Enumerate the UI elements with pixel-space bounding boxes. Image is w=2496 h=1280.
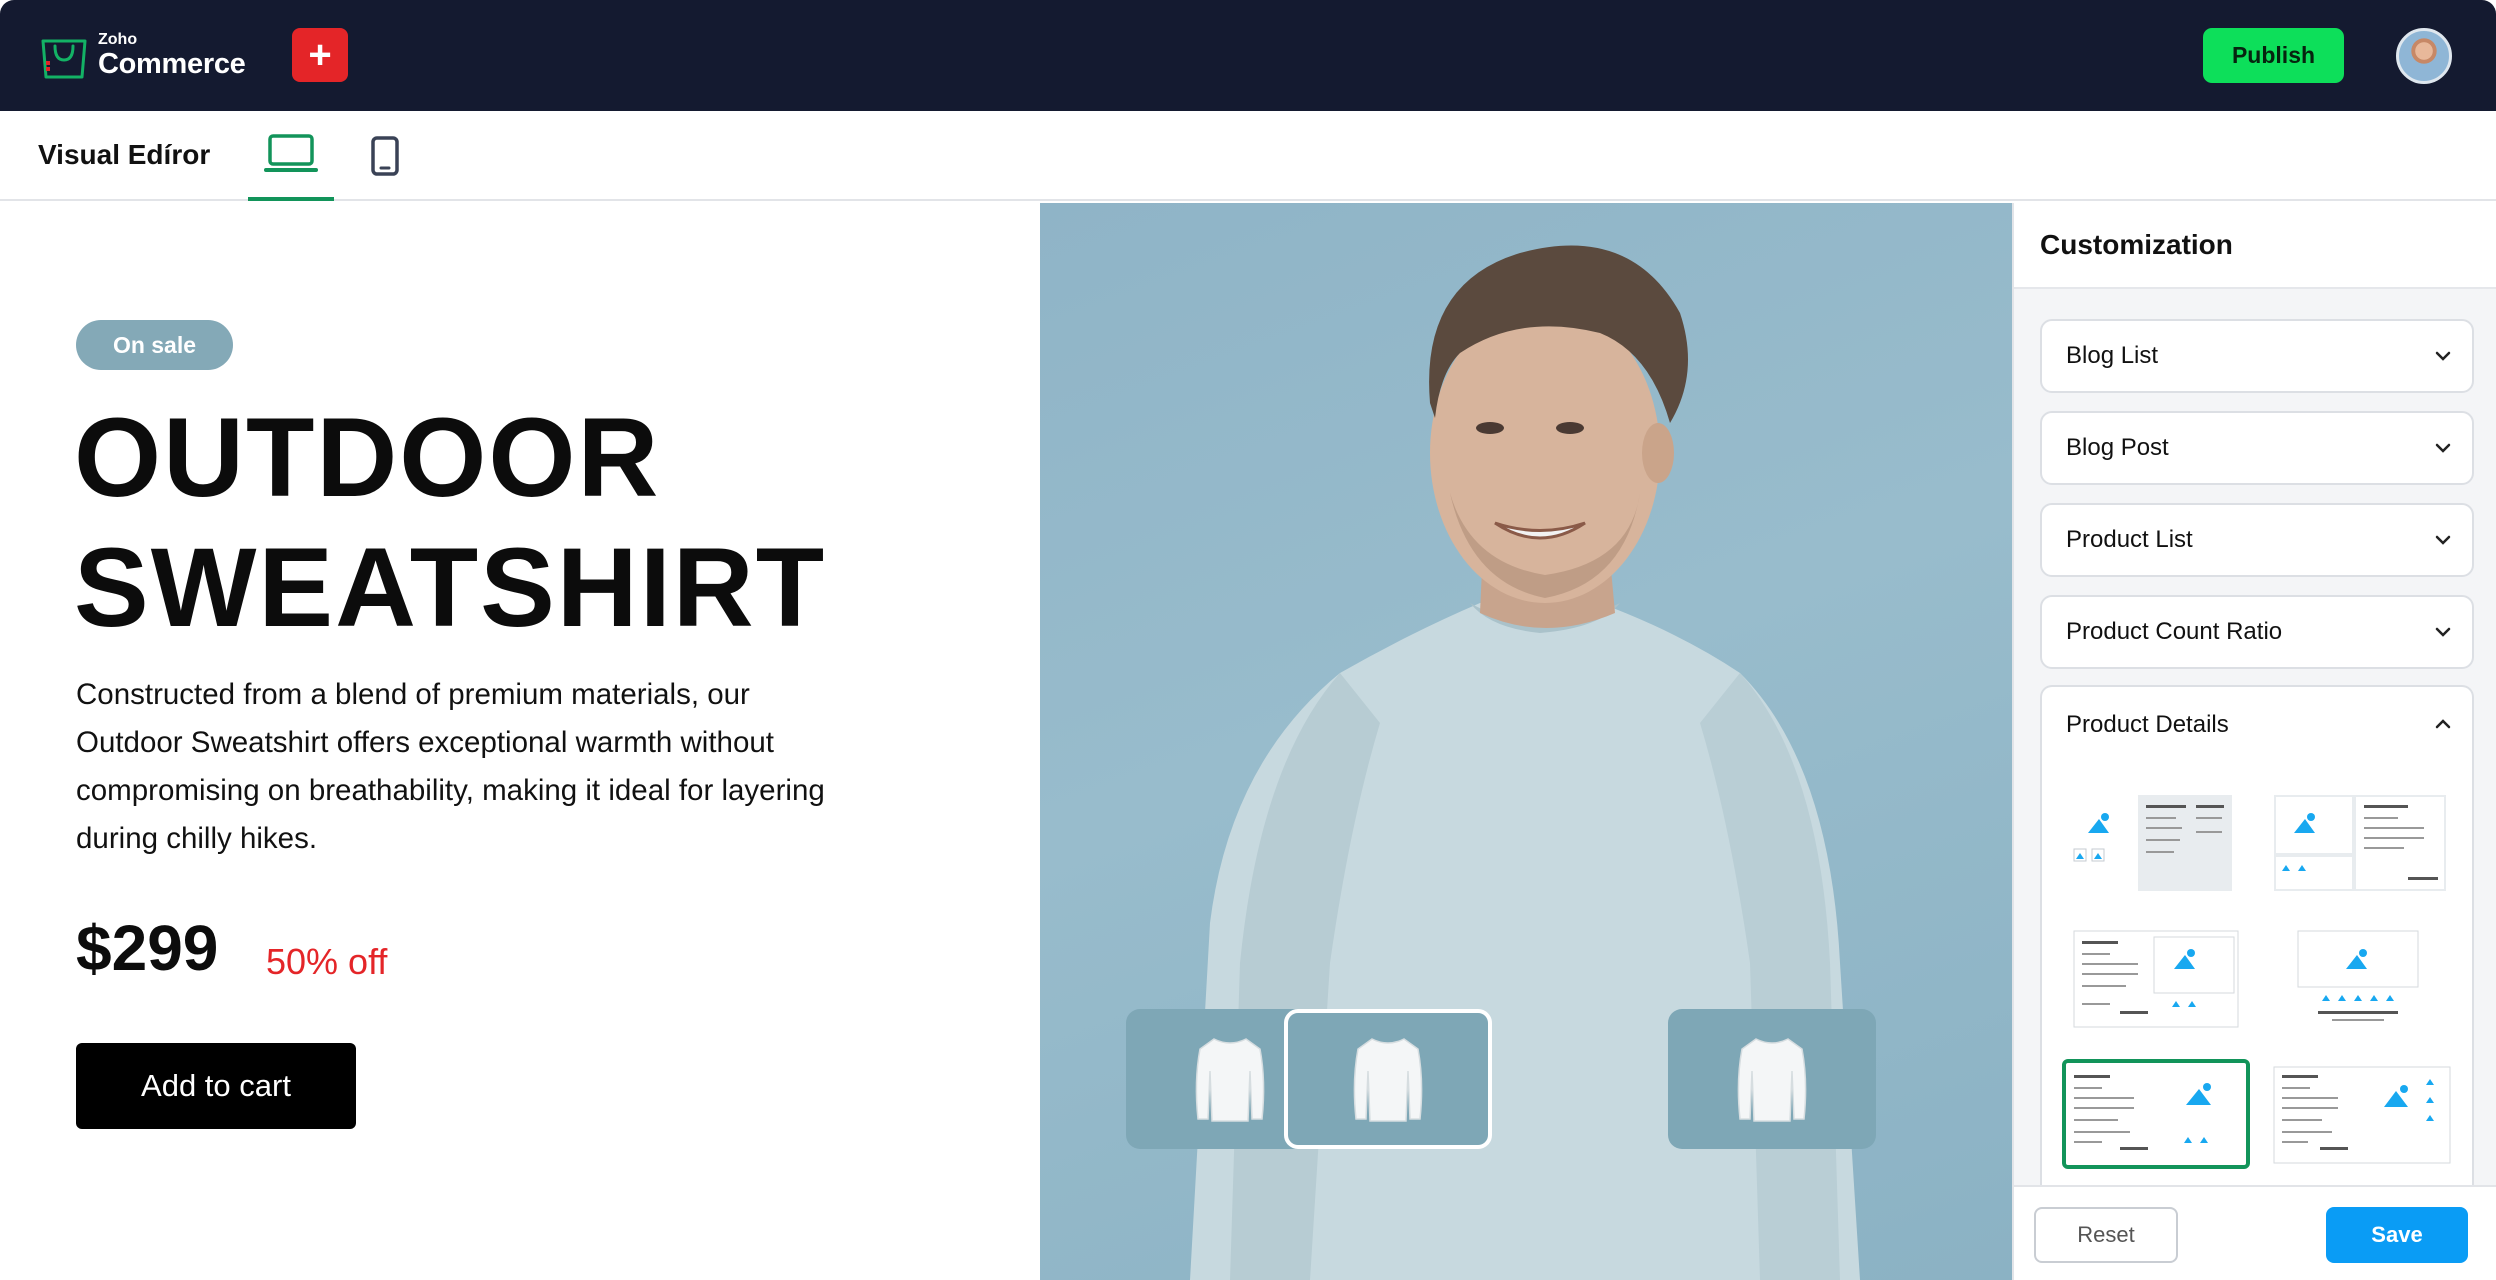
layout-option-6[interactable] [2268,1059,2456,1169]
accordion-label[interactable]: Product Details [2066,711,2229,739]
reset-button[interactable]: Reset [2034,1207,2178,1263]
gallery-thumbnail-2[interactable] [1284,1009,1492,1149]
add-to-cart-button[interactable]: Add to cart [76,1043,356,1129]
accordion-blog-post[interactable]: Blog Post [2040,411,2474,485]
accordion-blog-list[interactable]: Blog List [2040,319,2474,393]
chevron-down-icon [2435,627,2451,637]
layout-thumbnail [2073,930,2239,1028]
product-hero-image [1040,203,2012,1280]
accordion-label: Product Count Ratio [2066,618,2283,645]
sweatshirt-thumb-icon [1353,1038,1423,1122]
product-title-line1: OUTDOOR [74,395,661,520]
layout-thumbnail [2274,795,2446,891]
layout-option-2[interactable] [2268,787,2456,897]
product-description: Constructed from a blend of premium mate… [76,678,825,855]
sweatshirt-thumb-icon [1195,1038,1265,1122]
sweatshirt-thumb-icon [1737,1038,1807,1122]
discount-label: 50% off [266,941,388,982]
chevron-down-icon [2435,351,2451,361]
product-details-panel: On sale OUTDOOR SWEATSHIRT Constructed f… [0,203,1040,1280]
layout-thumbnail [2073,795,2232,891]
publish-button[interactable]: Publish [2203,28,2344,83]
zoho-commerce-logo[interactable]: Zoho Commerce [38,29,246,81]
top-navigation-bar: Zoho Commerce + Publish [0,0,2496,111]
chevron-down-icon [2435,443,2451,453]
tab-mobile-view[interactable] [360,111,410,201]
editor-toolbar: Visual Edíror [0,111,2496,201]
logo-brand-small: Zoho [98,30,138,48]
gallery-thumbnail-3[interactable] [1668,1009,1876,1149]
sidebar-footer: Reset Save [2014,1185,2496,1280]
layout-thumbnail [2273,1066,2451,1164]
layout-option-1[interactable] [2062,787,2250,897]
accordion-label: Blog List [2066,342,2159,369]
mobile-icon [371,136,399,176]
product-title: OUTDOOR SWEATSHIRT [74,393,826,653]
chevron-up-icon[interactable] [2434,715,2452,733]
tab-desktop-view[interactable] [248,111,334,201]
accordion-label: Product List [2066,526,2193,553]
layout-option-3[interactable] [2062,923,2250,1033]
accordion-product-list[interactable]: Product List [2040,503,2474,577]
layout-option-5[interactable] [2062,1059,2250,1169]
layout-thumbnail [2074,1075,2211,1150]
logo-brand-name: Commerce [98,47,246,80]
save-button[interactable]: Save [2326,1207,2468,1263]
add-button[interactable]: + [292,28,348,82]
accordion-product-count-ratio[interactable]: Product Count Ratio [2040,595,2474,669]
shopping-bag-icon [41,39,87,79]
laptop-icon [264,134,318,172]
user-avatar[interactable] [2396,28,2452,84]
page-title: Visual Edíror [38,139,211,170]
product-price: $299 [76,912,219,984]
layout-option-4[interactable] [2268,923,2456,1033]
sale-badge: On sale [76,320,233,370]
customization-sidebar: Customization Blog List Blog Post Produc… [2012,203,2496,1280]
product-title-line2: SWEATSHIRT [74,525,827,650]
layout-thumbnail [2297,930,2419,1021]
chevron-down-icon [2435,535,2451,545]
sidebar-title: Customization [2014,203,2496,289]
accordion-label: Blog Post [2066,434,2169,461]
